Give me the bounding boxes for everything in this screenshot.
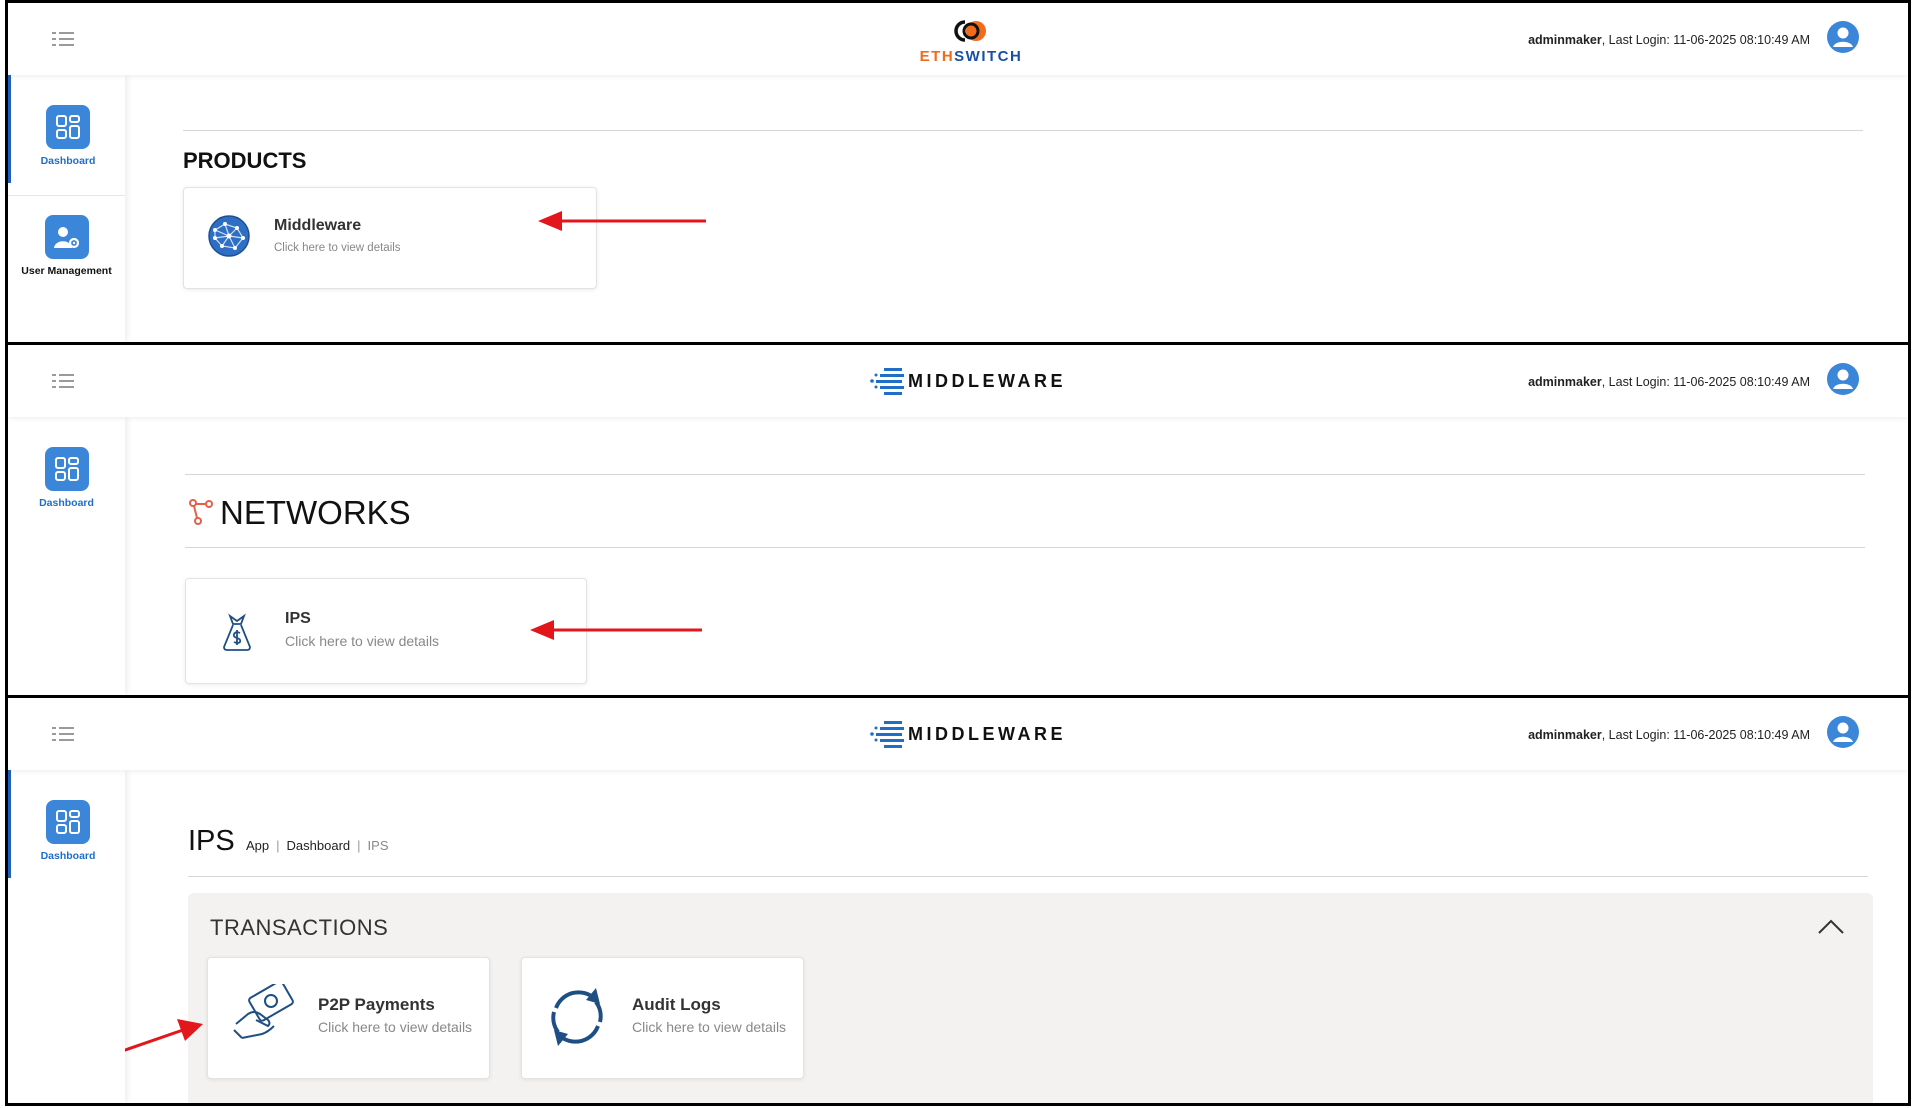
dashboard-icon <box>46 800 90 844</box>
card-title: IPS <box>285 610 311 627</box>
menu-toggle-button[interactable] <box>52 726 74 742</box>
panel-middleware-networks: MIDDLEWARE adminmaker, Last Login: 11-06… <box>5 342 1911 698</box>
menu-toggle-button[interactable] <box>52 373 74 389</box>
user-avatar-icon[interactable] <box>1826 715 1860 749</box>
divider <box>185 547 1865 548</box>
breadcrumb-ips: IPS <box>367 838 389 853</box>
sidebar-item-user-management[interactable]: User Management <box>8 185 125 293</box>
sidebar-item-dashboard[interactable]: Dashboard <box>8 770 125 878</box>
divider <box>183 130 1863 131</box>
middleware-logo: MIDDLEWARE <box>870 719 1070 749</box>
user-info: adminmaker, Last Login: 11-06-2025 08:10… <box>1528 33 1810 47</box>
logo-text: MIDDLEWARE <box>908 724 1066 744</box>
logo-switch-text: SWITCH <box>954 48 1023 65</box>
panel-ips-transactions: MIDDLEWARE adminmaker, Last Login: 11-06… <box>5 695 1911 1106</box>
ethswitch-logo: ETHSWITCH <box>915 15 1027 67</box>
divider <box>188 876 1868 877</box>
logo-text: MIDDLEWARE <box>908 371 1066 391</box>
breadcrumb-app[interactable]: App <box>246 838 269 853</box>
dashboard-icon <box>44 447 89 491</box>
sidebar-item-label: Dashboard <box>39 497 94 509</box>
sidebar-item-label: Dashboard <box>40 155 96 167</box>
top-bar: ETHSWITCH adminmaker, Last Login: 11-06-… <box>8 3 1908 75</box>
dashboard-icon <box>46 105 90 149</box>
middleware-logo-mark <box>870 368 904 395</box>
network-icon <box>189 499 213 525</box>
last-login: , Last Login: 11-06-2025 08:10:49 AM <box>1601 33 1810 47</box>
logo-eth-text: ETH <box>919 48 955 65</box>
card-subtitle: Click here to view details <box>318 1019 473 1035</box>
sidebar: Dashboard User Management <box>8 75 125 342</box>
user-gear-icon <box>44 215 89 259</box>
chevron-up-icon[interactable] <box>1816 917 1846 937</box>
breadcrumb-dashboard[interactable]: Dashboard <box>287 838 351 853</box>
refresh-icon <box>551 988 603 1046</box>
divider <box>185 474 1865 475</box>
money-bag-icon <box>223 613 251 651</box>
hand-money-icon <box>233 984 294 1039</box>
section-title-networks: NETWORKS <box>220 494 411 531</box>
sidebar: Dashboard <box>8 417 125 695</box>
top-bar: MIDDLEWARE adminmaker, Last Login: 11-06… <box>8 698 1908 770</box>
panel-ethswitch-products: ETHSWITCH adminmaker, Last Login: 11-06-… <box>5 0 1911 345</box>
menu-toggle-button[interactable] <box>52 31 74 47</box>
ips-card[interactable]: IPS Click here to view details <box>185 578 587 684</box>
globe-network-icon <box>208 215 250 257</box>
username: adminmaker <box>1528 728 1602 742</box>
card-subtitle: Click here to view details <box>285 633 440 649</box>
sidebar-item-dashboard[interactable]: Dashboard <box>8 417 125 525</box>
page-title: IPS <box>188 825 235 857</box>
audit-logs-card[interactable]: Audit Logs Click here to view details <box>521 957 804 1079</box>
card-title: Audit Logs <box>632 995 721 1014</box>
sidebar-item-label: User Management <box>21 265 112 277</box>
section-title-products: PRODUCTS <box>183 148 307 173</box>
last-login: , Last Login: 11-06-2025 08:10:49 AM <box>1601 728 1810 742</box>
user-avatar-icon[interactable] <box>1826 20 1860 54</box>
card-title: Middleware <box>274 217 362 234</box>
transactions-title: TRANSACTIONS <box>210 915 389 940</box>
middleware-logo: MIDDLEWARE <box>870 366 1070 396</box>
username: adminmaker <box>1528 33 1602 47</box>
user-info: adminmaker, Last Login: 11-06-2025 08:10… <box>1528 375 1810 389</box>
transactions-section: TRANSACTIONS P2P Payments Click here to … <box>188 893 1873 1103</box>
ethswitch-logo-mark <box>954 20 986 42</box>
last-login: , Last Login: 11-06-2025 08:10:49 AM <box>1601 375 1810 389</box>
card-title: P2P Payments <box>318 995 435 1014</box>
top-bar: MIDDLEWARE adminmaker, Last Login: 11-06… <box>8 345 1908 417</box>
username: adminmaker <box>1528 375 1602 389</box>
user-info: adminmaker, Last Login: 11-06-2025 08:10… <box>1528 728 1810 742</box>
middleware-card[interactable]: Middleware Click here to view details <box>183 187 597 289</box>
breadcrumb: App | Dashboard | IPS <box>246 838 389 853</box>
sidebar-item-dashboard[interactable]: Dashboard <box>8 75 125 183</box>
sidebar-item-label: Dashboard <box>40 850 96 862</box>
user-avatar-icon[interactable] <box>1826 362 1860 396</box>
middleware-logo-mark <box>870 721 904 748</box>
sidebar: Dashboard <box>8 770 125 1103</box>
p2p-payments-card[interactable]: P2P Payments Click here to view details <box>207 957 490 1079</box>
card-subtitle: Click here to view details <box>274 242 401 254</box>
card-subtitle: Click here to view details <box>632 1019 787 1035</box>
